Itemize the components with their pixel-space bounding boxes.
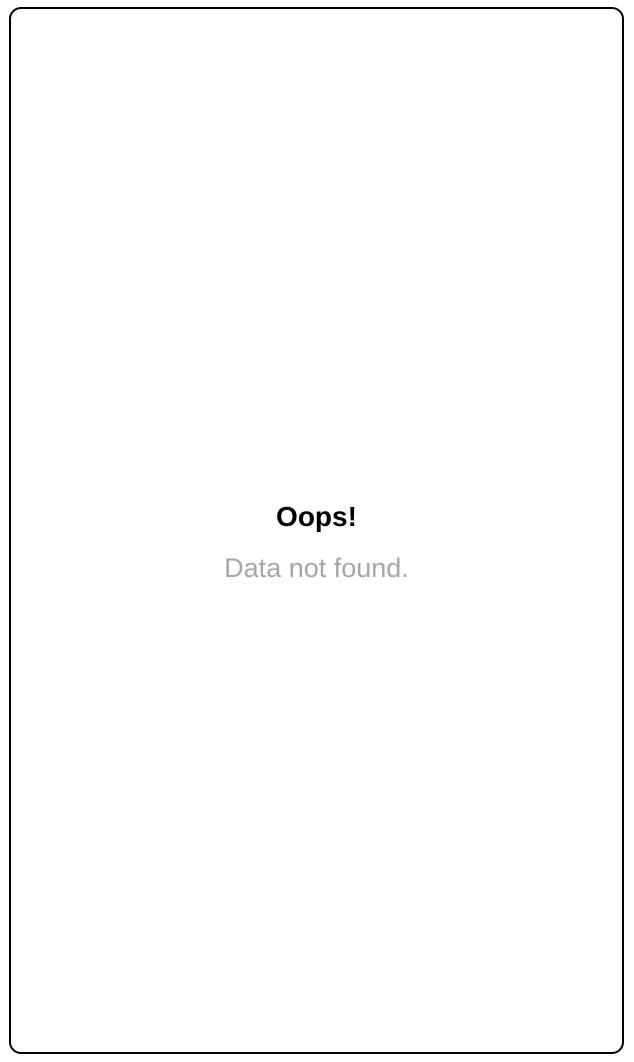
screen-frame: Oops! Data not found. [9, 7, 624, 1054]
empty-state-message: Data not found. [224, 553, 409, 583]
empty-state: Oops! Data not found. [11, 499, 622, 585]
empty-state-title: Oops! [276, 501, 357, 532]
